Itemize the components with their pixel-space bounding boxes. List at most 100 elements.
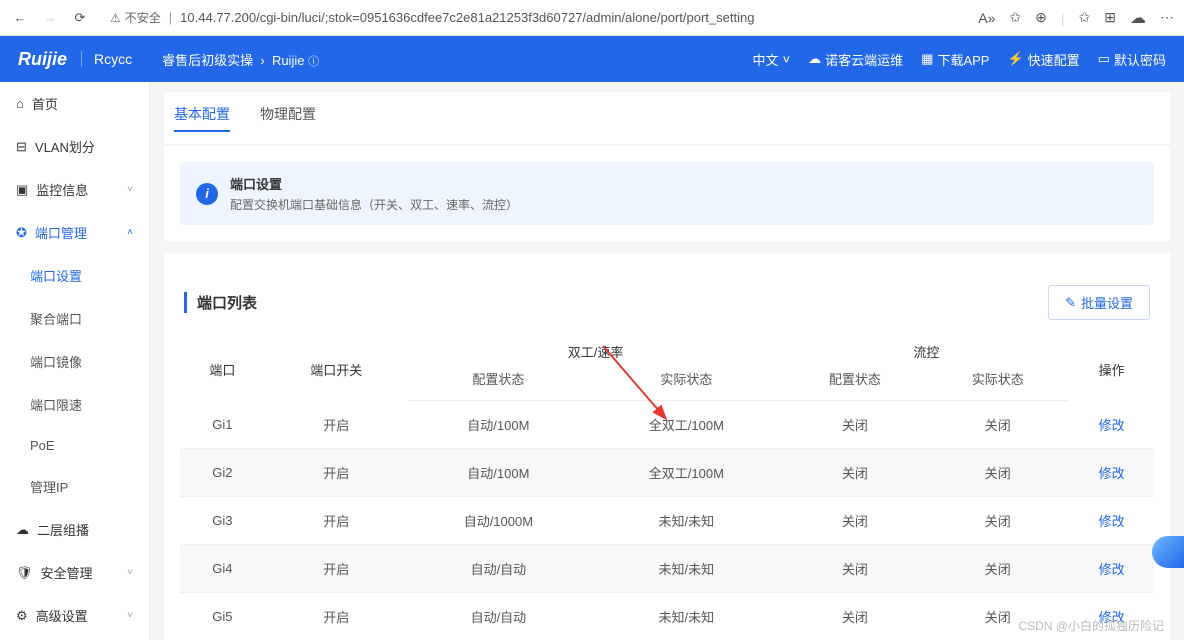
cell-switch: 开启 xyxy=(265,401,408,449)
cell-port: Gi1 xyxy=(180,401,265,449)
table-row: Gi5 开启 自动/自动 未知/未知 关闭 关闭 修改 xyxy=(180,593,1154,640)
edit-link[interactable]: 修改 xyxy=(1099,514,1125,529)
sidebar-item-mgmt-ip[interactable]: 管理IP xyxy=(0,465,149,508)
browser-actions: A» ✩ ⊕ | ✩ ⊞ ☁ ⋯ xyxy=(978,8,1174,28)
cell-cfg-fc: 关闭 xyxy=(784,545,927,593)
table-row: Gi3 开启 自动/1000M 未知/未知 关闭 关闭 修改 xyxy=(180,497,1154,545)
float-assistant[interactable] xyxy=(1152,536,1184,568)
sidebar-item-monitor[interactable]: ▣监控信息˅ xyxy=(0,168,149,211)
th-port: 端口 xyxy=(180,334,265,401)
th-cfg-state-1: 配置状态 xyxy=(408,365,590,401)
default-password[interactable]: ▭ 默认密码 xyxy=(1098,50,1166,69)
cell-switch: 开启 xyxy=(265,449,408,497)
sidebar-item-port-setting[interactable]: 端口设置 xyxy=(0,254,149,297)
sidebar-item-home[interactable]: ⌂首页 xyxy=(0,82,149,125)
logo: Ruijie xyxy=(18,49,67,70)
forward-button[interactable]: → xyxy=(40,8,60,28)
cell-switch: 开启 xyxy=(265,497,408,545)
cell-act-dr: 全双工/100M xyxy=(589,449,783,497)
th-cfg-state-2: 配置状态 xyxy=(784,365,927,401)
chevron-up-icon: ˄ xyxy=(127,227,133,238)
th-switch: 端口开关 xyxy=(265,334,408,401)
cell-act-fc: 关闭 xyxy=(926,401,1069,449)
sidebar-item-advanced[interactable]: ⚙高级设置˅ xyxy=(0,594,149,637)
settings-sync-icon[interactable]: ⊕ xyxy=(1035,9,1047,26)
th-duplex-rate: 双工/速率 xyxy=(408,334,784,365)
cell-cfg-dr: 自动/100M xyxy=(408,401,590,449)
sidebar-item-l2-multicast[interactable]: ☁二层组播 xyxy=(0,508,149,551)
content-area: 基本配置 物理配置 i 端口设置 配置交换机端口基础信息（开关、双工、速率、流控… xyxy=(150,82,1184,640)
cell-cfg-dr: 自动/自动 xyxy=(408,593,590,640)
sidebar-item-security[interactable]: 🛡安全管理˅ xyxy=(0,551,149,594)
refresh-button[interactable]: ⟳ xyxy=(70,8,90,28)
cell-cfg-fc: 关闭 xyxy=(784,497,927,545)
port-table: 端口 端口开关 双工/速率 流控 操作 配置状态 实际状态 配置状态 实际状态 … xyxy=(180,334,1154,640)
table-row: Gi4 开启 自动/自动 未知/未知 关闭 关闭 修改 xyxy=(180,545,1154,593)
download-app[interactable]: ▦ 下载APP xyxy=(921,50,989,69)
cell-port: Gi5 xyxy=(180,593,265,640)
edit-icon: ✎ xyxy=(1065,295,1076,311)
cell-act-fc: 关闭 xyxy=(926,449,1069,497)
favorites-icon[interactable]: ✩ xyxy=(1079,9,1091,26)
list-title: 端口列表 xyxy=(184,292,257,313)
cell-cfg-fc: 关闭 xyxy=(784,401,927,449)
vlan-icon: ⊟ xyxy=(16,139,27,155)
back-button[interactable]: ← xyxy=(10,8,30,28)
tabs: 基本配置 物理配置 xyxy=(164,92,1170,144)
home-icon: ⌂ xyxy=(16,96,24,111)
th-act-state-2: 实际状态 xyxy=(926,365,1069,401)
sidebar-item-port-mgmt[interactable]: ✪端口管理˄ xyxy=(0,211,149,254)
collections-icon[interactable]: ⊞ xyxy=(1104,9,1116,26)
browser-toolbar: ← → ⟳ ⚠ 不安全 | 10.44.77.200/cgi-bin/luci/… xyxy=(0,0,1184,36)
cloud-link[interactable]: ☁ 诺客云端运维 xyxy=(808,50,903,69)
profile-icon[interactable]: ☁ xyxy=(1130,8,1146,28)
cell-act-dr: 未知/未知 xyxy=(589,593,783,640)
batch-settings-button[interactable]: ✎批量设置 xyxy=(1048,285,1150,320)
table-row: Gi1 开启 自动/100M 全双工/100M 关闭 关闭 修改 xyxy=(180,401,1154,449)
breadcrumb-2[interactable]: Ruijie xyxy=(272,53,305,68)
cell-act-dr: 未知/未知 xyxy=(589,545,783,593)
sidebar: ⌂首页 ⊟VLAN划分 ▣监控信息˅ ✪端口管理˄ 端口设置 聚合端口 端口镜像… xyxy=(0,82,150,640)
cell-port: Gi3 xyxy=(180,497,265,545)
sidebar-item-rate-limit[interactable]: 端口限速 xyxy=(0,383,149,426)
cell-cfg-dr: 自动/1000M xyxy=(408,497,590,545)
star-outline-icon[interactable]: ✩ xyxy=(1009,9,1021,26)
cell-cfg-fc: 关闭 xyxy=(784,449,927,497)
cell-switch: 开启 xyxy=(265,545,408,593)
edit-link[interactable]: 修改 xyxy=(1099,418,1125,433)
chevron-down-icon: ˅ xyxy=(127,184,133,195)
multicast-icon: ☁ xyxy=(16,522,29,538)
cell-cfg-dr: 自动/100M xyxy=(408,449,590,497)
read-aloud-icon[interactable]: A» xyxy=(978,10,995,26)
cell-cfg-dr: 自动/自动 xyxy=(408,545,590,593)
edit-link[interactable]: 修改 xyxy=(1099,562,1125,577)
cell-port: Gi2 xyxy=(180,449,265,497)
cell-cfg-fc: 关闭 xyxy=(784,593,927,640)
logo-sub: Rcycc xyxy=(81,51,132,67)
table-row: Gi2 开启 自动/100M 全双工/100M 关闭 关闭 修改 xyxy=(180,449,1154,497)
sidebar-item-aggregate[interactable]: 聚合端口 xyxy=(0,297,149,340)
tab-physical[interactable]: 物理配置 xyxy=(260,104,316,132)
sidebar-item-mirror[interactable]: 端口镜像 xyxy=(0,340,149,383)
address-bar[interactable]: ⚠ 不安全 | 10.44.77.200/cgi-bin/luci/;stok=… xyxy=(100,9,968,26)
sidebar-item-vlan[interactable]: ⊟VLAN划分 xyxy=(0,125,149,168)
cell-act-fc: 关闭 xyxy=(926,497,1069,545)
tab-basic[interactable]: 基本配置 xyxy=(174,104,230,132)
url-text: 10.44.77.200/cgi-bin/luci/;stok=0951636c… xyxy=(180,10,754,25)
info-box: i 端口设置 配置交换机端口基础信息（开关、双工、速率、流控） xyxy=(180,162,1154,225)
breadcrumb: 睿售后初级实操 › Ruijie ⓘ xyxy=(146,50,319,69)
app-header: Ruijie Rcycc 睿售后初级实操 › Ruijie ⓘ 中文 ˅ ☁ 诺… xyxy=(0,36,1184,82)
breadcrumb-1[interactable]: 睿售后初级实操 xyxy=(162,53,253,68)
cell-act-fc: 关闭 xyxy=(926,545,1069,593)
th-act-state-1: 实际状态 xyxy=(589,365,783,401)
monitor-icon: ▣ xyxy=(16,182,28,198)
more-icon[interactable]: ⋯ xyxy=(1160,9,1174,26)
chevron-down-icon: ˅ xyxy=(127,610,133,621)
lang-selector[interactable]: 中文 ˅ xyxy=(753,50,791,69)
sidebar-item-poe[interactable]: PoE xyxy=(0,426,149,465)
edit-link[interactable]: 修改 xyxy=(1099,466,1125,481)
watermark: CSDN @小白的孤独历险记 xyxy=(1018,617,1164,634)
quick-config[interactable]: ⚡ 快速配置 xyxy=(1007,50,1079,69)
advanced-icon: ⚙ xyxy=(16,608,28,624)
info-icon: i xyxy=(196,183,218,205)
